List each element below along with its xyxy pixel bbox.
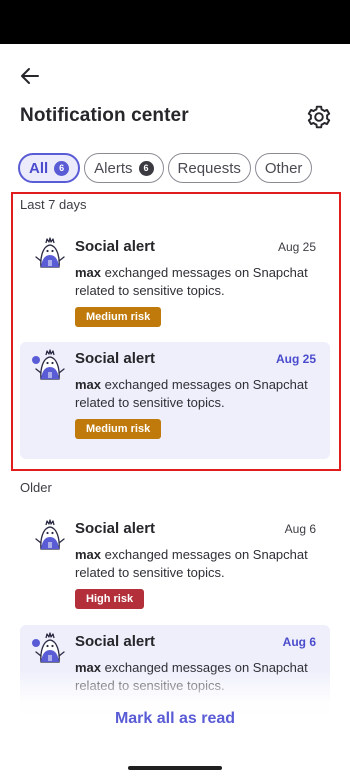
notification-screen: Notification center All 6 Alerts 6 Reque… — [0, 44, 350, 757]
arrow-left-icon — [21, 68, 39, 84]
tab-label: Other — [264, 159, 303, 177]
alert-mascot-icon — [35, 632, 65, 663]
navigation-bar — [0, 757, 350, 778]
alert-mascot-icon — [35, 519, 65, 550]
risk-badge: High risk — [75, 589, 145, 609]
notification-text: exchanged messages on Snapchat related t… — [75, 547, 308, 580]
tab-label: Requests — [177, 159, 241, 177]
notification-title: Social alert — [75, 520, 156, 537]
filter-tabs: All 6 Alerts 6 Requests Other — [18, 153, 313, 183]
tab-all[interactable]: All 6 — [18, 153, 81, 183]
back-button[interactable] — [18, 64, 42, 88]
tab-count-badge: 6 — [138, 160, 154, 176]
tab-alerts[interactable]: Alerts 6 — [84, 153, 164, 183]
notification-card[interactable]: Social alert Aug 6 max exchanged message… — [20, 512, 330, 629]
tab-other[interactable]: Other — [254, 153, 313, 183]
notification-date: Aug 6 — [284, 522, 316, 536]
notification-title: Social alert — [75, 633, 156, 650]
home-indicator[interactable] — [128, 766, 222, 770]
tab-requests[interactable]: Requests — [167, 153, 251, 183]
tab-label: Alerts — [94, 159, 133, 177]
tab-label: All — [29, 159, 49, 177]
highlight-box — [11, 192, 341, 471]
tab-count-badge: 6 — [54, 160, 70, 176]
settings-button[interactable] — [306, 104, 332, 130]
status-bar — [0, 0, 350, 44]
notification-user: max — [75, 547, 102, 562]
notification-date: Aug 6 — [282, 635, 316, 649]
section-label-older: Older — [20, 480, 52, 495]
page-title: Notification center — [20, 105, 189, 126]
mark-all-read-button[interactable]: Mark all as read — [0, 710, 350, 728]
notification-message: max exchanged messages on Snapchat relat… — [75, 546, 325, 582]
gear-icon — [307, 105, 331, 129]
